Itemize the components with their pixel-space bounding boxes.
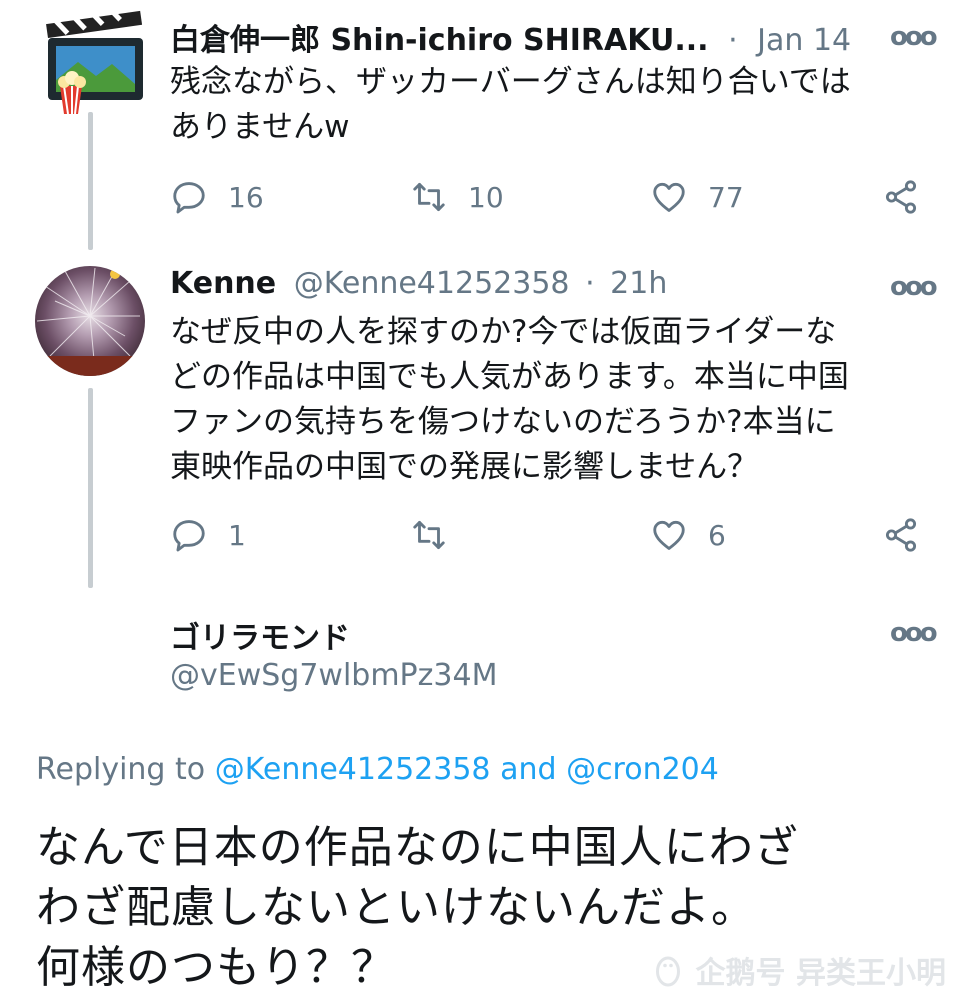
user-handle[interactable]: @vEwSg7wlbmPz34M: [170, 658, 497, 693]
tweet-text-line: なぜ反中の人を探すのか?今では仮面ライダーな: [170, 314, 837, 350]
display-name[interactable]: 白倉伸一郎 Shin-ichiro SHIRAKU...: [170, 23, 709, 58]
watermark: 企鹅号 异类王小明: [650, 948, 946, 992]
separator-dot: ·: [728, 23, 738, 58]
mention-link[interactable]: @cron204: [566, 752, 719, 787]
more-options-button[interactable]: ooo: [890, 22, 938, 52]
heart-icon: [653, 520, 685, 550]
timestamp[interactable]: 21h: [610, 266, 667, 301]
main-tweet-name: ゴリラモンド: [170, 613, 350, 657]
share-icon: [885, 180, 917, 214]
tweet-text-line: わざ配慮しないといけないんだよ。: [36, 882, 756, 933]
retweet-count: 10: [468, 180, 504, 214]
reply-icon: [173, 520, 205, 552]
retweet-icon: [413, 520, 445, 550]
tweet-text-line: どの作品は中国でも人気があります。本当に中国: [170, 359, 849, 395]
retweet-button[interactable]: [410, 516, 468, 554]
like-count: 77: [708, 180, 744, 214]
display-name[interactable]: ゴリラモンド: [170, 621, 350, 656]
mention-link[interactable]: @Kenne41252358: [215, 752, 491, 787]
tweet-text-line: 東映作品の中国での発展に影響しません？: [170, 449, 759, 485]
user-handle[interactable]: @Kenne41252358: [294, 266, 570, 301]
thread-connector-line: [88, 112, 93, 250]
more-options-button[interactable]: ooo: [890, 272, 938, 302]
separator-dot: ·: [585, 266, 595, 301]
replying-to-label: Replying to: [36, 752, 206, 787]
tweet-text: なぜ反中の人を探すのか?今では仮面ライダーな どの作品は中国でも人気があります。…: [170, 310, 950, 490]
tweet-header: 白倉伸一郎 Shin-ichiro SHIRAKU... · Jan 14: [170, 15, 851, 59]
display-name[interactable]: Kenne: [170, 266, 276, 301]
tweet-text: 残念ながら、ザッカーバーグさんは知り合いでは ありませんw: [170, 60, 950, 150]
retweet-icon: [413, 182, 445, 212]
like-count: 6: [708, 518, 726, 552]
tweet-text-line: なんで日本の作品なのに中国人にわざ: [36, 822, 799, 873]
avatar-kenne[interactable]: [35, 266, 145, 376]
thread-connector-line: [88, 388, 93, 588]
reply-count: 1: [228, 518, 246, 552]
share-icon: [885, 518, 917, 552]
share-button[interactable]: [882, 178, 920, 216]
tweet-text-line: ファンの気持ちを傷つけないのだろうか?本当に: [170, 404, 836, 440]
film-clapperboard-avatar-icon: [46, 10, 143, 115]
reply-count: 16: [228, 180, 264, 214]
tweet-text-line: ありませんw: [170, 109, 350, 145]
main-tweet-handle: @vEwSg7wlbmPz34M: [170, 658, 497, 693]
fireworks-avatar-icon: [35, 267, 145, 376]
retweet-button[interactable]: 10: [410, 178, 504, 216]
penguin-logo-icon: [655, 956, 680, 987]
tweet-header: Kenne @Kenne41252358 · 21h: [170, 266, 667, 301]
more-options-button[interactable]: ooo: [890, 618, 938, 648]
tweet-actions: 1 6: [170, 516, 930, 556]
like-button[interactable]: 77: [650, 178, 744, 216]
tweet-actions: 16 10 77: [170, 178, 930, 218]
like-button[interactable]: 6: [650, 516, 726, 554]
timestamp[interactable]: Jan 14: [757, 23, 851, 58]
avatar-shirakura[interactable]: [38, 10, 148, 120]
share-button[interactable]: [882, 516, 920, 554]
reply-button[interactable]: 1: [170, 516, 246, 554]
avatar-gorillamond[interactable]: [35, 600, 145, 710]
reply-icon: [173, 182, 205, 214]
heart-icon: [653, 182, 685, 212]
mention-and-link[interactable]: and: [500, 752, 556, 787]
tweet-text-line: 残念ながら、ザッカーバーグさんは知り合いでは: [170, 64, 851, 100]
watermark-text: 企鹅号 异类王小明: [695, 956, 946, 991]
reply-button[interactable]: 16: [170, 178, 264, 216]
replying-to-line: Replying to @Kenne41252358 and @cron204: [36, 752, 719, 787]
